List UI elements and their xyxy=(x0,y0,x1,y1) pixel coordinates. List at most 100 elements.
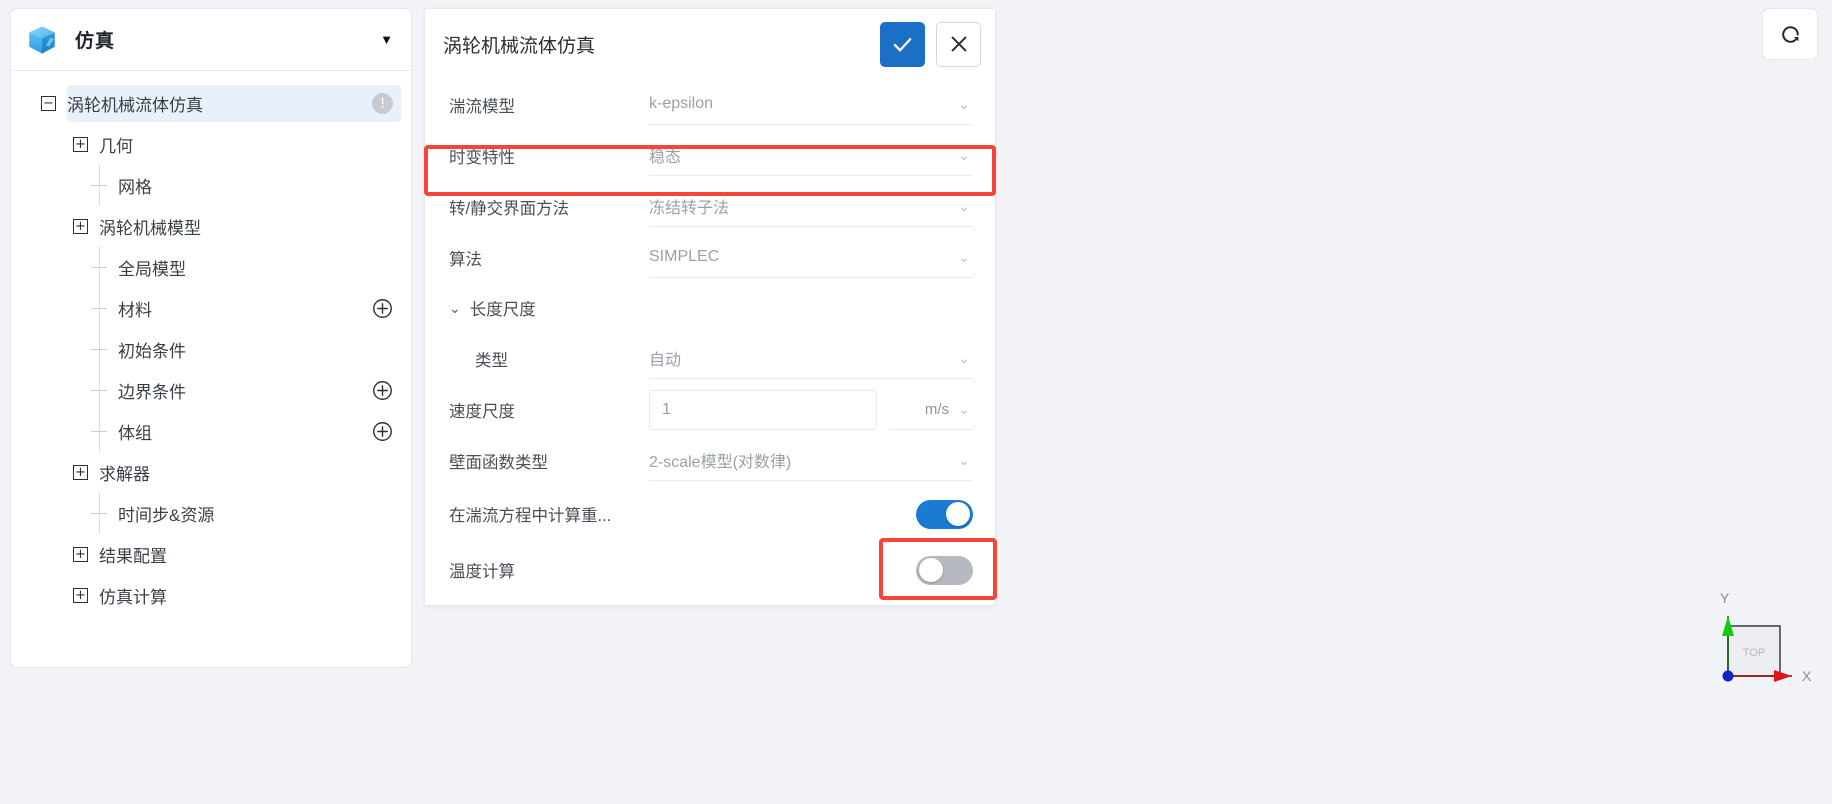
axis-triad-icon: TOP xyxy=(1722,616,1792,682)
dropdown-value: 自动 xyxy=(649,352,682,369)
tree-branch-dash xyxy=(91,390,107,391)
chevron-down-icon[interactable]: ▼ xyxy=(380,32,393,47)
dropdown-select[interactable]: SIMPLEC ⌄ xyxy=(649,238,973,278)
form-row-label: 转/静交界面方法 xyxy=(449,199,570,218)
cancel-button[interactable] xyxy=(936,21,981,67)
unit-select[interactable]: m/s ⌄ xyxy=(889,390,973,430)
add-item-button[interactable] xyxy=(372,380,393,401)
tree-expand-icon[interactable]: + xyxy=(73,465,88,480)
form-row-6: 速度尺度 1 m/s ⌄ xyxy=(425,384,995,435)
tree-expand-icon[interactable]: + xyxy=(73,137,88,152)
tree-item-5[interactable]: 材料 xyxy=(11,288,411,329)
tree-item-0[interactable]: − 涡轮机械流体仿真! xyxy=(11,83,411,124)
refresh-view-button[interactable] xyxy=(1762,8,1818,60)
chevron-down-icon: ⌄ xyxy=(958,197,970,214)
form-row-label: 温度计算 xyxy=(449,563,515,581)
tree-expand-icon[interactable]: + xyxy=(73,547,88,562)
status-badge[interactable]: ! xyxy=(372,93,393,114)
panel-body: 湍流模型 k-epsilon ⌄ 时变特性 稳态 ⌄ 转/静交界面方法 冻结转子法 ⌄ 算法 SIM… xyxy=(425,79,995,598)
tree-item-label: 时间步&资源 xyxy=(118,506,215,525)
dropdown-select[interactable]: k-epsilon ⌄ xyxy=(649,85,973,125)
form-row-7: 壁面函数类型 2-scale模型(对数律) ⌄ xyxy=(425,435,995,486)
form-row-1: 时变特性 稳态 ⌄ xyxy=(425,130,995,181)
form-row-2: 转/静交界面方法 冻结转子法 ⌄ xyxy=(425,181,995,232)
tree-branch-dash xyxy=(91,267,107,268)
panel-header: 涡轮机械流体仿真 xyxy=(425,9,995,79)
tree-item-8[interactable]: 体组 xyxy=(11,411,411,452)
view-axis-indicator[interactable]: TOP X Y xyxy=(1706,590,1816,708)
form-row-label: 速度尺度 xyxy=(449,402,515,421)
cube-logo-icon xyxy=(29,25,55,54)
dropdown-select[interactable]: 稳态 ⌄ xyxy=(649,136,973,176)
form-row-label: 在湍流方程中计算重... xyxy=(449,507,612,525)
app-title: 仿真 xyxy=(75,31,116,52)
dropdown-select[interactable]: 冻结转子法 ⌄ xyxy=(649,187,973,227)
form-row-0: 湍流模型 k-epsilon ⌄ xyxy=(425,79,995,130)
panel-title: 涡轮机械流体仿真 xyxy=(443,35,596,57)
form-row-label: 类型 xyxy=(475,351,508,370)
form-row-5: 类型 自动 ⌄ xyxy=(425,333,995,384)
sidebar-header: 仿真 ▼ xyxy=(11,9,411,71)
tree-item-11[interactable]: + 结果配置 xyxy=(11,534,411,575)
tree-item-label: 求解器 xyxy=(99,465,150,484)
confirm-button[interactable] xyxy=(880,21,925,67)
form-row-label: 时变特性 xyxy=(449,148,515,167)
tree-expand-icon[interactable]: + xyxy=(73,588,88,603)
simulation-tree: − 涡轮机械流体仿真! + 几何网格 + 涡轮机械模型 全局模型材料初始条件边界条件体组 + 求… xyxy=(11,71,411,616)
tree-item-3[interactable]: + 涡轮机械模型 xyxy=(11,206,411,247)
tree-item-1[interactable]: + 几何 xyxy=(11,124,411,165)
tree-item-label: 全局模型 xyxy=(118,260,186,279)
add-item-button[interactable] xyxy=(372,421,393,442)
tree-item-7[interactable]: 边界条件 xyxy=(11,370,411,411)
add-item-button[interactable] xyxy=(372,298,393,319)
form-row-label: 湍流模型 xyxy=(449,97,515,116)
dropdown-value: 冻结转子法 xyxy=(649,200,730,217)
tree-item-label: 材料 xyxy=(118,301,152,320)
toggle-switch[interactable] xyxy=(916,499,973,529)
chevron-down-icon: ⌄ xyxy=(958,95,970,112)
chevron-down-icon: ⌄ xyxy=(958,248,970,265)
check-icon xyxy=(893,37,912,51)
tree-item-label: 几何 xyxy=(99,137,133,156)
rotate-refresh-icon xyxy=(1781,25,1799,43)
tree-item-10[interactable]: 时间步&资源 xyxy=(11,493,411,534)
tree-branch-dash xyxy=(91,431,107,432)
form-row-8: 在湍流方程中计算重... xyxy=(425,486,995,542)
tree-item-4[interactable]: 全局模型 xyxy=(11,247,411,288)
chevron-down-icon: ⌄ xyxy=(958,400,970,417)
tree-branch-dash xyxy=(91,349,107,350)
form-group-4[interactable]: ⌄ 长度尺度 xyxy=(425,283,995,333)
tree-branch-dash xyxy=(91,308,107,309)
dropdown-value: k-epsilon xyxy=(649,95,714,112)
tree-item-label: 涡轮机械模型 xyxy=(99,219,201,238)
axis-face-label: TOP xyxy=(1743,647,1765,659)
tree-expand-icon[interactable]: + xyxy=(73,219,88,234)
number-input-value: 1 xyxy=(662,400,671,418)
tree-item-label: 体组 xyxy=(118,424,152,443)
left-sidebar: 仿真 ▼ − 涡轮机械流体仿真! + 几何网格 + 涡轮机械模型 全局模型材料初始条件边界条… xyxy=(10,8,412,668)
tree-branch-dash xyxy=(91,185,107,186)
tree-item-label: 网格 xyxy=(118,178,152,197)
tree-item-label: 涡轮机械流体仿真 xyxy=(67,96,203,115)
dropdown-select[interactable]: 2-scale模型(对数律) ⌄ xyxy=(649,441,973,481)
settings-panel: 涡轮机械流体仿真 湍流模型 k-epsilon ⌄ 时变特性 稳态 ⌄ 转/静交界面方法 冻结… xyxy=(424,8,996,606)
tree-collapse-icon[interactable]: − xyxy=(41,96,56,111)
form-group-label: 长度尺度 xyxy=(469,301,536,319)
tree-item-label: 结果配置 xyxy=(99,547,167,566)
dropdown-value: 2-scale模型(对数律) xyxy=(649,454,792,471)
toggle-knob xyxy=(946,502,970,526)
toggle-switch[interactable] xyxy=(916,555,973,585)
number-input[interactable]: 1 xyxy=(649,389,877,430)
tree-item-9[interactable]: + 求解器 xyxy=(11,452,411,493)
tree-item-label: 初始条件 xyxy=(118,342,186,361)
tree-item-2[interactable]: 网格 xyxy=(11,165,411,206)
chevron-down-icon: ⌄ xyxy=(958,451,970,468)
tree-item-12[interactable]: + 仿真计算 xyxy=(11,575,411,616)
dropdown-value: SIMPLEC xyxy=(649,248,720,265)
axis-y-label: Y xyxy=(1720,590,1730,606)
tree-item-6[interactable]: 初始条件 xyxy=(11,329,411,370)
form-row-3: 算法 SIMPLEC ⌄ xyxy=(425,232,995,283)
tree-item-label: 边界条件 xyxy=(118,383,186,402)
dropdown-select[interactable]: 自动 ⌄ xyxy=(649,339,973,379)
plus-circle-icon xyxy=(373,381,392,400)
